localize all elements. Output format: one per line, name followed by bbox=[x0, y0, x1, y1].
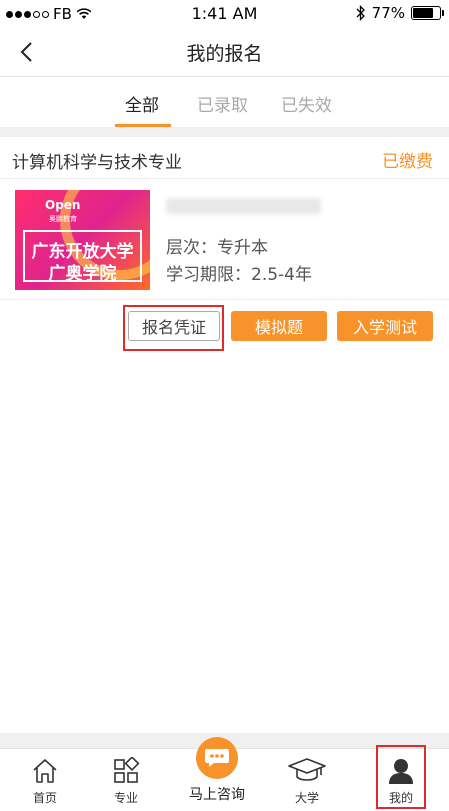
enrollment-card-header: 计算机科学与技术专业 已缴费 bbox=[0, 137, 449, 179]
tabbar-home-label: 首页 bbox=[32, 791, 57, 805]
nav-bar: 我的报名 bbox=[0, 28, 449, 76]
tab-expired[interactable]: 已失效 bbox=[281, 91, 332, 116]
certificate-highlight bbox=[123, 305, 224, 351]
payment-status: 已缴费 bbox=[382, 152, 433, 172]
content-area bbox=[0, 351, 449, 733]
status-right: 77% bbox=[356, 4, 444, 22]
blurred-name bbox=[166, 198, 321, 214]
major-name: 计算机科学与技术专业 bbox=[12, 153, 182, 173]
grid-icon bbox=[114, 757, 140, 783]
education-level: 层次：专升本 bbox=[166, 238, 268, 258]
me-highlight bbox=[376, 745, 426, 809]
tabbar-university-label: 大学 bbox=[294, 791, 319, 805]
section-gap bbox=[0, 127, 449, 137]
tabbar-major[interactable]: 专业 bbox=[81, 749, 171, 811]
filter-tabs: 全部 已录取 已失效 bbox=[0, 77, 449, 127]
tab-admitted[interactable]: 已录取 bbox=[197, 91, 248, 116]
graduation-cap-icon bbox=[288, 758, 326, 781]
bluetooth-icon bbox=[356, 5, 365, 21]
tabbar-consult-label: 马上咨询 bbox=[189, 787, 245, 803]
tabbar-home[interactable]: 首页 bbox=[0, 749, 90, 811]
enrollment-actions: 报名凭证 模拟题 入学测试 bbox=[0, 301, 449, 351]
study-period: 学习期限：2.5-4年 bbox=[166, 265, 312, 285]
tabbar-consult[interactable] bbox=[196, 737, 238, 779]
thumbnail-title-box: 广东开放大学 广奥学院 bbox=[23, 230, 142, 284]
battery-icon bbox=[411, 6, 444, 20]
enrollment-card-body[interactable]: Open 奥鹏教育 广东开放大学 广奥学院 层次：专升本 学习期限：2.5-4年 bbox=[0, 180, 449, 300]
page-title: 我的报名 bbox=[186, 43, 263, 65]
open-logo-sub: 奥鹏教育 bbox=[49, 215, 77, 223]
open-logo: Open bbox=[45, 198, 81, 212]
tabbar-major-label: 专业 bbox=[113, 791, 138, 805]
battery-percent: 77% bbox=[371, 4, 405, 22]
status-bar: FB 1:41 AM 77% bbox=[0, 0, 449, 28]
thumbnail-line2: 广奥学院 bbox=[48, 264, 117, 284]
chat-icon bbox=[205, 749, 229, 767]
mock-exam-button[interactable]: 模拟题 bbox=[231, 311, 327, 341]
tab-all[interactable]: 全部 bbox=[125, 91, 159, 116]
university-thumbnail: Open 奥鹏教育 广东开放大学 广奥学院 bbox=[15, 190, 150, 290]
home-icon bbox=[33, 759, 57, 783]
tabbar-university[interactable]: 大学 bbox=[262, 749, 352, 811]
entrance-test-button[interactable]: 入学测试 bbox=[337, 311, 433, 341]
